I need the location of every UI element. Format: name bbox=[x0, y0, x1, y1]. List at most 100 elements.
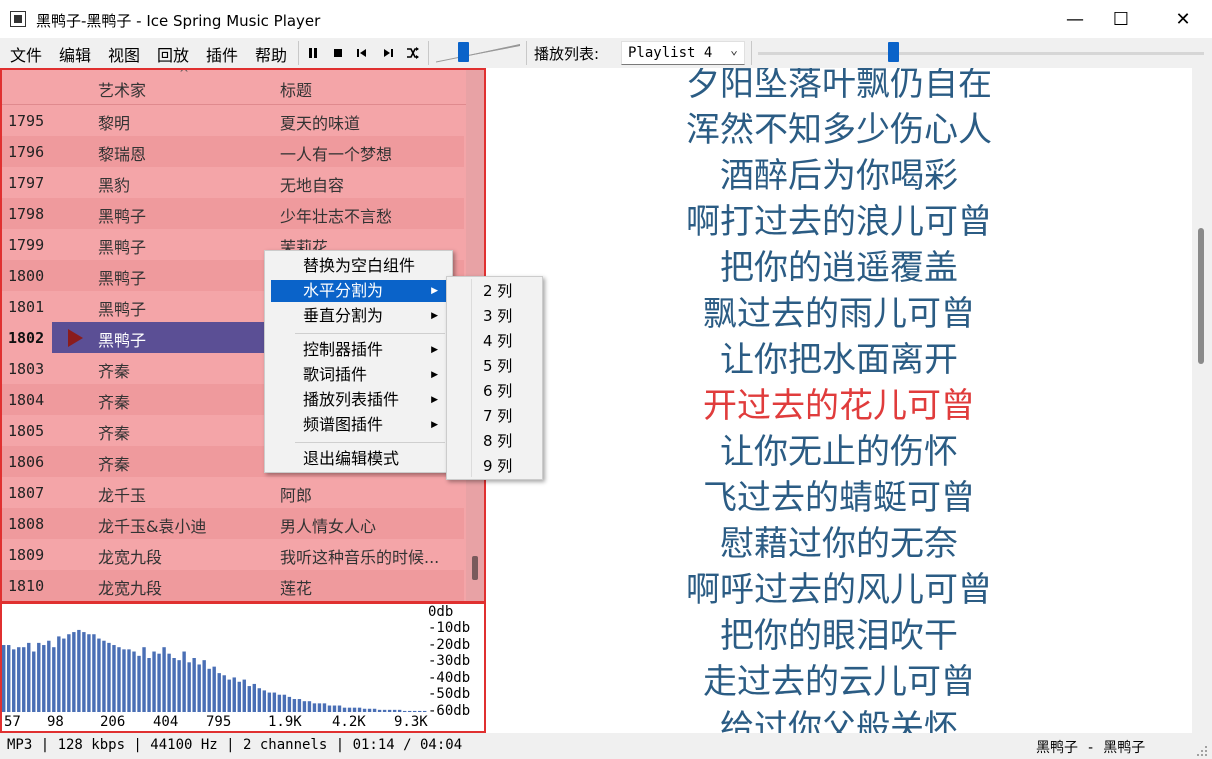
title-bar[interactable]: 黑鸭子-黑鸭子 - Ice Spring Music Player — ☐ ✕ bbox=[0, 0, 1212, 38]
row-artist: 齐秦 bbox=[98, 362, 131, 381]
playlist-row[interactable]: 1810 龙宽九段 莲花 bbox=[2, 570, 464, 601]
next-icon[interactable] bbox=[380, 44, 396, 62]
volume-slider[interactable] bbox=[436, 42, 520, 64]
column-header-title[interactable]: 标题 bbox=[280, 77, 312, 101]
context-menu-item[interactable]: 退出编辑模式 bbox=[271, 448, 446, 470]
previous-icon[interactable] bbox=[354, 44, 370, 62]
submenu-arrow-icon: ▶ bbox=[431, 345, 438, 355]
menu-plugins[interactable]: 插件 bbox=[206, 42, 238, 66]
playlist-row[interactable]: 1797 黑豹 无地自容 bbox=[2, 167, 464, 198]
spectrum-bar bbox=[187, 662, 191, 712]
row-title: 莲花 bbox=[280, 579, 313, 598]
lyric-line: 让你把水面离开 bbox=[720, 340, 958, 380]
spectrum-bar bbox=[342, 707, 347, 712]
submenu-arrow-icon: ▶ bbox=[431, 286, 438, 296]
close-button[interactable]: ✕ bbox=[1154, 0, 1212, 38]
context-menu-item[interactable]: 控制器插件 ▶ bbox=[271, 339, 446, 361]
lyrics-scrollbar[interactable] bbox=[1192, 68, 1212, 733]
resize-grip-icon[interactable] bbox=[1196, 745, 1208, 757]
spectrum-bar bbox=[17, 647, 21, 712]
context-menu-item[interactable]: 垂直分割为 ▶ bbox=[271, 305, 446, 327]
toolbar: 文件 编辑 视图 回放 插件 帮助 播放列表: Playlist 4 ⌄ bbox=[0, 38, 1212, 68]
playlist-row[interactable]: 1808 龙千玉&袁小迪 男人情女人心 bbox=[2, 508, 464, 539]
spectrum-bar bbox=[42, 645, 46, 712]
lyric-line: 慰藉过你的无奈 bbox=[720, 524, 958, 564]
menu-separator bbox=[295, 333, 445, 334]
spectrum-bar bbox=[262, 690, 267, 712]
row-number: 1809 bbox=[8, 546, 45, 564]
menu-edit[interactable]: 编辑 bbox=[59, 42, 91, 66]
chevron-down-icon: ⌄ bbox=[730, 43, 738, 58]
progress-slider-handle[interactable] bbox=[888, 42, 899, 62]
spectrum-bar bbox=[247, 686, 251, 712]
menu-view[interactable]: 视图 bbox=[108, 42, 140, 66]
split-columns-option[interactable]: 6 列 bbox=[453, 380, 536, 402]
volume-slider-handle[interactable] bbox=[458, 42, 469, 62]
lyric-line-current: 开过去的花儿可曾 bbox=[703, 386, 975, 426]
context-menu-item[interactable]: 频谱图插件 ▶ bbox=[271, 414, 446, 436]
lyric-line: 啊打过去的浪儿可曾 bbox=[686, 202, 992, 242]
spectrum-bar bbox=[167, 653, 171, 712]
lyrics-scrollbar-thumb[interactable] bbox=[1198, 228, 1204, 364]
split-columns-option[interactable]: 9 列 bbox=[453, 455, 536, 477]
spectrum-bar bbox=[302, 701, 307, 712]
playlist-row[interactable]: 1809 龙宽九段 我听这种音乐的时候... bbox=[2, 539, 464, 570]
shuffle-icon[interactable] bbox=[404, 44, 420, 62]
context-menu-item-label: 垂直分割为 bbox=[303, 306, 384, 325]
freq-label: 4.2K bbox=[332, 714, 366, 730]
row-artist: 齐秦 bbox=[98, 393, 131, 412]
minimize-button[interactable]: — bbox=[1052, 0, 1098, 38]
menu-playback[interactable]: 回放 bbox=[157, 42, 189, 66]
spectrum-bar bbox=[397, 709, 402, 712]
row-artist: 齐秦 bbox=[98, 455, 131, 474]
submenu-arrow-icon: ▶ bbox=[431, 420, 438, 430]
context-menu-item[interactable]: 歌词插件 ▶ bbox=[271, 364, 446, 386]
context-menu-item[interactable]: 水平分割为 ▶ bbox=[271, 280, 446, 302]
lyric-line: 把你的眼泪吹干 bbox=[720, 616, 958, 656]
spectrum-bar bbox=[2, 645, 6, 712]
playlist-row[interactable]: 1796 黎瑞恩 一人有一个梦想 bbox=[2, 136, 464, 167]
playlist-row[interactable]: 1798 黑鸭子 少年壮志不言愁 bbox=[2, 198, 464, 229]
playlist-scrollbar-thumb[interactable] bbox=[472, 556, 478, 580]
app-icon bbox=[10, 11, 26, 27]
pause-icon[interactable] bbox=[305, 44, 321, 62]
progress-slider[interactable] bbox=[758, 52, 1204, 55]
spectrum-bar bbox=[157, 653, 161, 712]
spectrum-chart bbox=[2, 629, 427, 712]
spectrum-bar bbox=[67, 634, 71, 712]
status-bar: MP3 | 128 kbps | 44100 Hz | 2 channels |… bbox=[0, 733, 1212, 759]
lyric-line: 啊呼过去的风儿可曾 bbox=[686, 570, 992, 610]
lyric-line: 飞过去的蜻蜓可曾 bbox=[703, 478, 975, 518]
row-artist: 黎明 bbox=[98, 114, 131, 133]
lyric-line: 让你无止的伤怀 bbox=[720, 432, 958, 472]
maximize-button[interactable]: ☐ bbox=[1098, 0, 1144, 38]
playlist-select[interactable]: Playlist 4 ⌄ bbox=[621, 41, 745, 65]
row-number: 1803 bbox=[8, 360, 45, 378]
submenu-arrow-icon: ▶ bbox=[431, 395, 438, 405]
split-columns-option[interactable]: 8 列 bbox=[453, 430, 536, 452]
split-columns-option[interactable]: 4 列 bbox=[453, 330, 536, 352]
spectrum-bar bbox=[37, 642, 41, 712]
split-columns-option[interactable]: 5 列 bbox=[453, 355, 536, 377]
spectrum-bar bbox=[362, 708, 367, 712]
db-label: -60db bbox=[428, 703, 471, 719]
context-menu-item[interactable]: 播放列表插件 ▶ bbox=[271, 389, 446, 411]
spectrum-bar bbox=[137, 655, 141, 712]
lyric-line: 浑然不知多少伤心人 bbox=[686, 110, 992, 150]
context-menu-item[interactable]: 替换为空白组件 bbox=[271, 255, 446, 277]
row-title: 夏天的味道 bbox=[280, 114, 361, 133]
spectrum-bar bbox=[407, 710, 412, 712]
playlist-row[interactable]: 1807 龙千玉 阿郎 bbox=[2, 477, 464, 508]
spectrum-bar bbox=[47, 640, 51, 712]
split-columns-option[interactable]: 3 列 bbox=[453, 305, 536, 327]
spectrum-bar bbox=[7, 645, 11, 712]
split-columns-option[interactable]: 7 列 bbox=[453, 405, 536, 427]
playlist-row[interactable]: 1795 黎明 夏天的味道 bbox=[2, 105, 464, 136]
spectrum-bar bbox=[327, 705, 332, 712]
split-columns-option[interactable]: 2 列 bbox=[453, 280, 536, 302]
column-header-artist[interactable]: 艺术家 bbox=[98, 77, 146, 101]
stop-icon[interactable] bbox=[330, 44, 346, 62]
menu-help[interactable]: 帮助 bbox=[255, 42, 287, 66]
row-artist: 龙宽九段 bbox=[98, 548, 163, 567]
menu-file[interactable]: 文件 bbox=[10, 42, 42, 66]
